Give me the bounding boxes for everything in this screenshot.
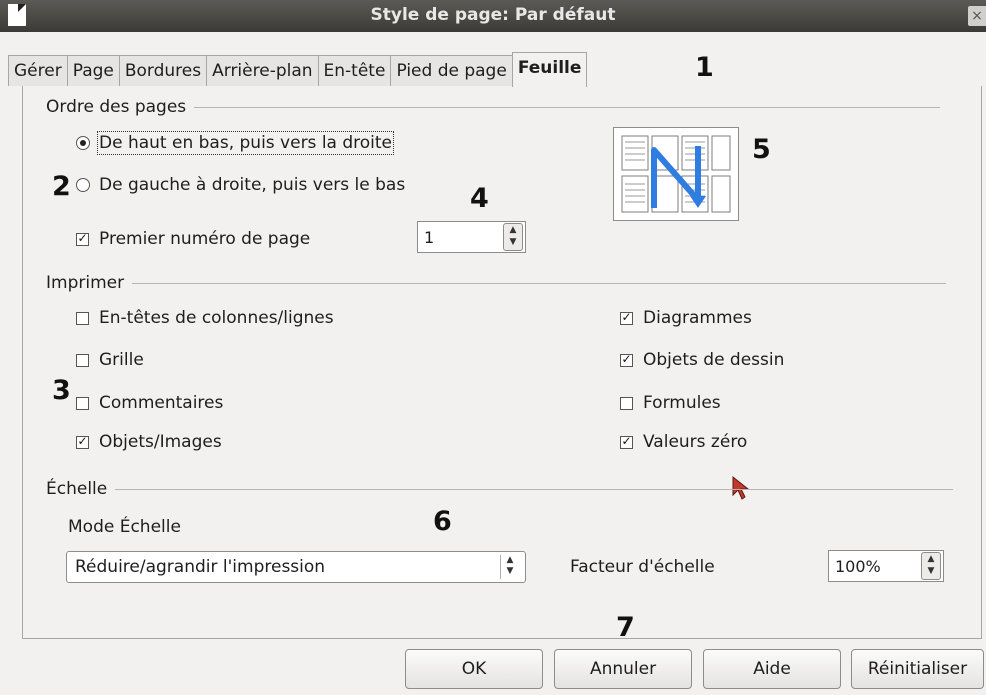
tab-pied-de-page[interactable]: Pied de page [390, 55, 513, 86]
checkbox-objets-dessin[interactable]: Objets de dessin [620, 350, 784, 370]
first-page-checkbox[interactable]: Premier numéro de page [76, 229, 310, 249]
spin-arrows-icon[interactable]: ▲ ▼ [921, 552, 941, 580]
tab-gerer[interactable]: Gérer [8, 55, 68, 86]
tab-feuille[interactable]: Feuille [511, 52, 588, 87]
annotation-1: 1 [695, 52, 714, 83]
tab-bordures[interactable]: Bordures [118, 55, 208, 86]
scale-section: Échelle [46, 479, 954, 499]
checkbox-formules[interactable]: Formules [620, 393, 721, 413]
scale-factor-input[interactable]: 100% ▲ ▼ [828, 550, 944, 582]
print-section: Imprimer [46, 273, 947, 293]
tab-en-tete[interactable]: En-tête [317, 55, 392, 86]
scale-mode-value: Réduire/agrandir l'impression [75, 557, 326, 577]
scale-factor-label: Facteur d'échelle [570, 557, 715, 577]
checkbox-commentaires[interactable]: Commentaires [76, 393, 223, 413]
checkbox-objets-images[interactable]: Objets/Images [76, 432, 222, 452]
ok-button[interactable]: OK [405, 649, 543, 689]
checkbox[interactable] [620, 311, 633, 325]
spin-arrows-icon[interactable]: ▲ ▼ [503, 223, 523, 251]
scale-mode-select[interactable]: Réduire/agrandir l'impression ▲ ▼ [66, 551, 526, 583]
annotation-7: 7 [616, 612, 635, 643]
close-icon[interactable]: × [968, 6, 986, 26]
checkbox[interactable] [76, 353, 89, 367]
checkbox[interactable] [76, 311, 89, 325]
chevron-updown-icon: ▲ ▼ [500, 555, 519, 579]
checkbox[interactable] [76, 396, 89, 410]
annotation-2: 2 [52, 171, 71, 202]
first-page-label: Premier numéro de page [99, 229, 311, 249]
scale-heading: Échelle [46, 479, 108, 499]
checkbox[interactable] [620, 353, 633, 367]
checkbox-commentaires-label: Commentaires [99, 393, 224, 413]
checkbox-objets-dessin-label: Objets de dessin [643, 350, 785, 370]
window-title: Style de page: Par défaut [370, 5, 616, 25]
first-page-number-value: 1 [424, 227, 435, 247]
checkbox-headers[interactable]: En-têtes de colonnes/lignes [76, 308, 334, 328]
checkbox-headers-label: En-têtes de colonnes/lignes [99, 308, 334, 328]
reset-button[interactable]: Réinitialiser [851, 649, 984, 689]
annotation-3: 3 [52, 375, 71, 406]
page-order-section: Ordre des pages [46, 97, 941, 117]
checkbox[interactable] [76, 435, 89, 449]
radio-top-down[interactable]: De haut en bas, puis vers la droite [76, 131, 395, 155]
checkbox-formules-label: Formules [643, 393, 721, 413]
page-order-preview-image [621, 135, 731, 213]
checkbox-objets-images-label: Objets/Images [99, 432, 222, 452]
scale-factor-value: 100% [835, 556, 881, 576]
annotation-5: 5 [752, 134, 771, 165]
separator [115, 488, 954, 490]
scale-mode-label: Mode Échelle [68, 517, 181, 537]
annotation-6: 6 [433, 506, 452, 537]
cancel-button[interactable]: Annuler [554, 649, 692, 689]
separator [194, 106, 941, 108]
tab-arriere-plan[interactable]: Arrière-plan [206, 55, 319, 86]
separator [132, 282, 947, 284]
title-bar: Style de page: Par défaut × [0, 0, 986, 32]
page-order-preview [613, 127, 739, 221]
checkbox-diagrammes[interactable]: Diagrammes [620, 308, 752, 328]
radio-left-right[interactable]: De gauche à droite, puis vers le bas [76, 175, 405, 195]
checkbox-diagrammes-label: Diagrammes [643, 308, 752, 328]
checkbox[interactable] [620, 435, 633, 449]
radio-button[interactable] [76, 136, 90, 150]
tab-bar: Gérer Page Bordures Arrière-plan En-tête… [8, 52, 588, 87]
checkbox[interactable] [76, 232, 89, 246]
annotation-4: 4 [470, 183, 489, 214]
page-order-heading: Ordre des pages [46, 97, 187, 117]
help-button[interactable]: Aide [703, 649, 841, 689]
checkbox-valeurs-zero[interactable]: Valeurs zéro [620, 432, 747, 452]
radio-left-right-label: De gauche à droite, puis vers le bas [99, 175, 406, 195]
print-heading: Imprimer [46, 273, 125, 293]
checkbox-valeurs-zero-label: Valeurs zéro [643, 432, 748, 452]
tab-page[interactable]: Page [66, 55, 120, 86]
checkbox-grille-label: Grille [99, 350, 144, 370]
radio-top-down-label: De haut en bas, puis vers la droite [96, 131, 395, 155]
first-page-number-input[interactable]: 1 ▲ ▼ [417, 221, 526, 253]
checkbox[interactable] [620, 396, 633, 410]
radio-button[interactable] [76, 178, 90, 192]
checkbox-grille[interactable]: Grille [76, 350, 144, 370]
